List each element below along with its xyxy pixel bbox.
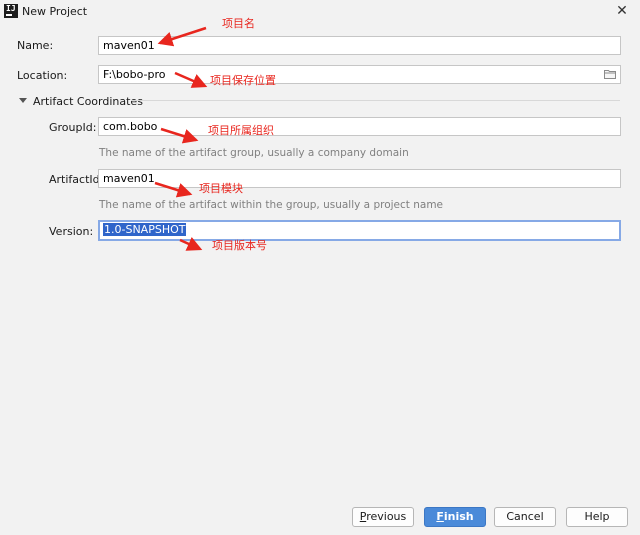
previous-label: revious [366,510,407,523]
finish-mnemonic: F [436,510,444,523]
finish-button[interactable]: Finish [424,507,486,527]
arrow-location [174,71,208,88]
annotation-arrows [154,26,208,251]
arrow-artifactid [154,181,193,198]
arrow-groupid [160,127,199,144]
annotation-location: 项目保存位置 [210,74,276,87]
arrow-version [179,237,203,251]
annotation-version: 项目版本号 [212,239,267,252]
annotation-artifactid: 项目模块 [199,182,243,195]
annotation-groupid: 项目所属组织 [208,124,274,137]
finish-label: inish [443,510,474,523]
arrow-name [157,26,207,47]
annotation-name: 项目名 [222,17,255,30]
previous-button[interactable]: Previous [352,507,414,527]
help-button[interactable]: Help [566,507,628,527]
cancel-button[interactable]: Cancel [494,507,556,527]
